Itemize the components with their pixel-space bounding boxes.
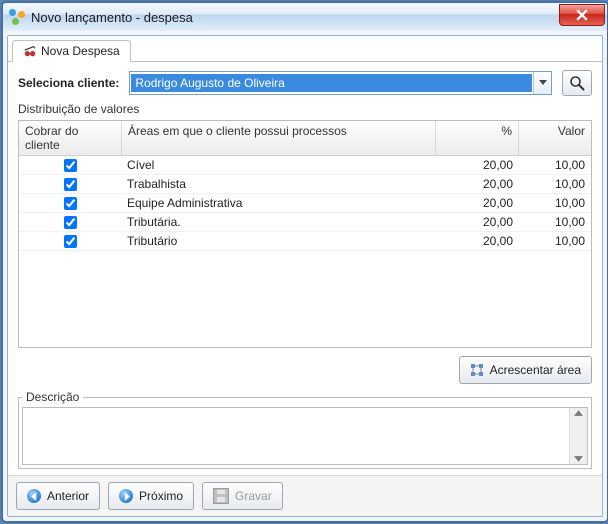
col-header-pct[interactable]: %	[436, 121, 519, 155]
cell-pct: 20,00	[437, 156, 519, 174]
cell-charge	[19, 232, 121, 250]
col-header-charge[interactable]: Cobrar do cliente	[19, 121, 122, 155]
search-icon	[569, 75, 585, 91]
charge-checkbox[interactable]	[64, 178, 77, 191]
cell-charge	[19, 156, 121, 174]
distribution-table: Cobrar do cliente Áreas em que o cliente…	[18, 120, 592, 348]
scroll-down-icon	[574, 455, 583, 464]
description-scrollbar[interactable]	[569, 408, 587, 464]
chevron-down-icon	[539, 80, 547, 86]
client-dropdown-button[interactable]	[533, 72, 551, 94]
search-button[interactable]	[562, 70, 592, 96]
save-button[interactable]: Gravar	[202, 482, 283, 510]
cell-charge	[19, 175, 121, 193]
cell-area: Tributária.	[121, 213, 437, 231]
client-area: Nova Despesa Seleciona cliente: Rodrigo …	[7, 35, 603, 517]
prev-button[interactable]: Anterior	[16, 482, 100, 510]
cell-area: Trabalhista	[121, 175, 437, 193]
cell-area: Equipe Administrativa	[121, 194, 437, 212]
cell-pct: 20,00	[437, 175, 519, 193]
cell-value: 10,00	[519, 194, 591, 212]
add-area-button[interactable]: Acrescentar área	[459, 356, 592, 384]
expense-icon	[23, 44, 37, 58]
cell-area: Tributário	[121, 232, 437, 250]
cell-pct: 20,00	[437, 213, 519, 231]
cell-value: 10,00	[519, 156, 591, 174]
titlebar: Novo lançamento - despesa	[3, 3, 607, 31]
cell-pct: 20,00	[437, 194, 519, 212]
window: Novo lançamento - despesa Nova Despesa S…	[2, 2, 608, 522]
scroll-up-icon	[574, 408, 583, 417]
client-combobox[interactable]: Rodrigo Augusto de Oliveira	[129, 71, 552, 95]
footer-toolbar: Anterior Próximo Gravar	[8, 475, 602, 516]
close-button[interactable]	[559, 4, 605, 26]
description-field-wrap	[22, 407, 588, 465]
content: Seleciona cliente: Rodrigo Augusto de Ol…	[8, 62, 602, 475]
table-row[interactable]: Equipe Administrativa20,0010,00	[19, 194, 591, 213]
window-title: Novo lançamento - despesa	[31, 10, 559, 25]
charge-checkbox[interactable]	[64, 235, 77, 248]
prev-label: Anterior	[47, 489, 89, 503]
add-area-icon	[470, 363, 484, 377]
client-label: Seleciona cliente:	[18, 76, 119, 90]
app-icon	[9, 9, 25, 25]
description-group: Descrição	[18, 390, 592, 469]
cell-pct: 20,00	[437, 232, 519, 250]
table-row[interactable]: Tributária.20,0010,00	[19, 213, 591, 232]
next-button[interactable]: Próximo	[108, 482, 194, 510]
arrow-right-icon	[119, 489, 133, 503]
charge-checkbox[interactable]	[64, 216, 77, 229]
client-selected: Rodrigo Augusto de Oliveira	[131, 74, 532, 92]
add-area-row: Acrescentar área	[18, 352, 592, 384]
description-textarea[interactable]	[23, 408, 570, 464]
distribution-title: Distribuição de valores	[18, 102, 592, 116]
close-icon	[576, 9, 588, 21]
table-row[interactable]: Cível20,0010,00	[19, 156, 591, 175]
table-body: Cível20,0010,00Trabalhista20,0010,00Equi…	[19, 156, 591, 347]
save-icon	[213, 488, 229, 504]
arrow-left-icon	[27, 489, 41, 503]
tabstrip: Nova Despesa	[8, 36, 602, 62]
tab-nova-despesa[interactable]: Nova Despesa	[12, 40, 131, 62]
description-legend: Descrição	[22, 390, 83, 404]
next-label: Próximo	[139, 489, 183, 503]
cell-value: 10,00	[519, 232, 591, 250]
charge-checkbox[interactable]	[64, 159, 77, 172]
client-row: Seleciona cliente: Rodrigo Augusto de Ol…	[18, 70, 592, 96]
add-area-label: Acrescentar área	[490, 363, 581, 377]
charge-checkbox[interactable]	[64, 197, 77, 210]
cell-value: 10,00	[519, 213, 591, 231]
col-header-value[interactable]: Valor	[519, 121, 591, 155]
table-row[interactable]: Tributário20,0010,00	[19, 232, 591, 251]
table-row[interactable]: Trabalhista20,0010,00	[19, 175, 591, 194]
col-header-area[interactable]: Áreas em que o cliente possui processos	[122, 121, 436, 155]
save-label: Gravar	[235, 489, 272, 503]
cell-value: 10,00	[519, 175, 591, 193]
cell-charge	[19, 213, 121, 231]
cell-area: Cível	[121, 156, 437, 174]
cell-charge	[19, 194, 121, 212]
tab-label: Nova Despesa	[41, 44, 120, 58]
table-header: Cobrar do cliente Áreas em que o cliente…	[19, 121, 591, 156]
